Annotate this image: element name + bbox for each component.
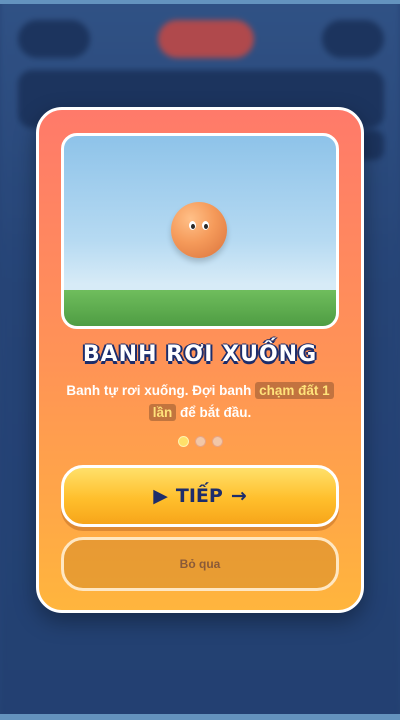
grass-ground bbox=[64, 290, 336, 326]
ball-character-icon bbox=[171, 202, 227, 258]
description-highlight-continued: lần bbox=[148, 404, 177, 421]
pagination-dot-3[interactable] bbox=[211, 436, 223, 447]
description-text-end: để bắt đầu. bbox=[180, 405, 252, 420]
description-highlight: chạm đất 1 bbox=[255, 382, 334, 399]
skip-button[interactable]: Bỏ qua bbox=[61, 537, 339, 591]
tutorial-illustration bbox=[61, 133, 339, 329]
arrow-right-icon: → bbox=[230, 485, 247, 507]
skip-button-label: Bỏ qua bbox=[179, 557, 221, 571]
next-button-label: TIẾP bbox=[175, 485, 223, 507]
pagination-dot-2[interactable] bbox=[194, 436, 206, 447]
tutorial-description: Banh tự rơi xuống. Đợi banh chạm đất 1 l… bbox=[61, 380, 339, 424]
tutorial-modal: BANH RƠI XUỐNG Banh tự rơi xuống. Đợi ba… bbox=[36, 107, 364, 613]
next-button[interactable]: ▶ TIẾP → bbox=[61, 465, 339, 527]
play-icon: ▶ bbox=[153, 485, 168, 507]
description-text-start: Banh tự rơi xuống. Đợi banh bbox=[66, 383, 252, 398]
ball-right-eye bbox=[202, 221, 209, 230]
ball-left-eye bbox=[189, 221, 196, 230]
tutorial-title: BANH RƠI XUỐNG bbox=[82, 342, 318, 367]
pagination-dots bbox=[39, 436, 361, 447]
pagination-dot-1[interactable] bbox=[177, 436, 189, 447]
